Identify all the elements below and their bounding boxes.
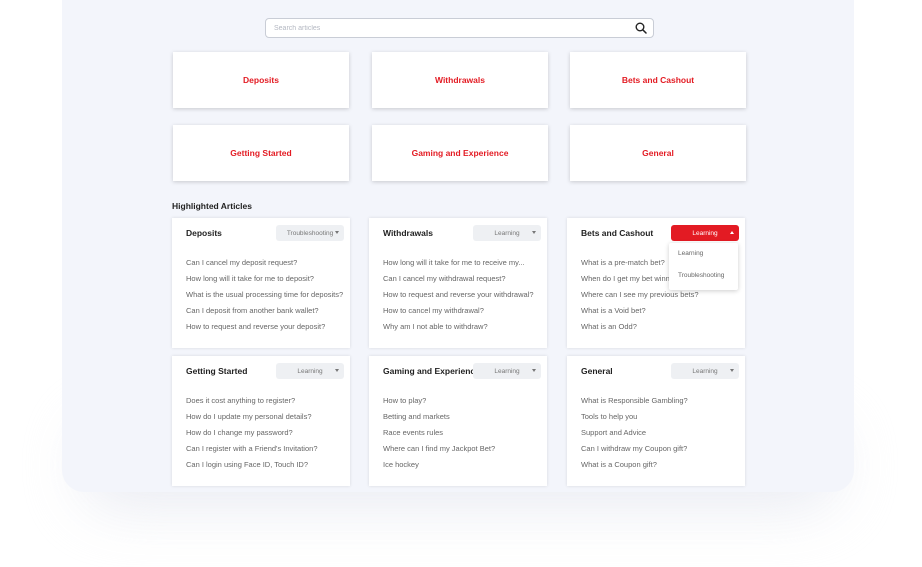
help-center-panel: Deposits Withdrawals Bets and Cashout Ge… [62,0,854,492]
question-link[interactable]: What is Responsible Gambling? [581,396,688,412]
search-icon[interactable] [633,20,649,36]
card-title: Getting Started [186,366,248,376]
question-link[interactable]: Can I login using Face ID, Touch ID? [186,460,318,476]
filter-dropdown[interactable]: Learning [473,225,541,241]
question-link[interactable]: How do I update my personal details? [186,412,318,428]
search-input[interactable] [266,19,633,37]
question-link[interactable]: Betting and markets [383,412,495,428]
question-link[interactable]: How to play? [383,396,495,412]
filter-value: Learning [692,229,718,237]
card-title: General [581,366,613,376]
filter-value: Learning [494,367,520,375]
question-link[interactable]: Ice hockey [383,460,495,476]
category-bets-and-cashout[interactable]: Bets and Cashout [570,52,746,108]
question-link[interactable]: Can I cancel my withdrawal request? [383,274,534,290]
category-gaming-and-experience[interactable]: Gaming and Experience [372,125,548,181]
question-list: What is Responsible Gambling? Tools to h… [581,396,688,476]
question-link[interactable]: Where can I find my Jackpot Bet? [383,444,495,460]
card-title: Withdrawals [383,228,433,238]
card-title: Deposits [186,228,222,238]
article-card-gaming-and-experience: Gaming and Experience Learning How to pl… [369,356,547,486]
highlighted-articles-heading: Highlighted Articles [172,201,252,211]
caret-down-icon [335,369,339,372]
question-link[interactable]: How to request and reverse your withdraw… [383,290,534,306]
question-link[interactable]: Can I register with a Friend's Invitatio… [186,444,318,460]
question-list: Can I cancel my deposit request? How lon… [186,258,343,338]
caret-up-icon [730,231,734,234]
question-link[interactable]: Tools to help you [581,412,688,428]
caret-down-icon [532,231,536,234]
filter-value: Troubleshooting [286,229,334,237]
question-list: How to play? Betting and markets Race ev… [383,396,495,476]
question-list: How long will it take for me to receive … [383,258,534,338]
article-card-getting-started: Getting Started Learning Does it cost an… [172,356,350,486]
filter-option-troubleshooting[interactable]: Troubleshooting [669,265,738,287]
question-link[interactable]: Can I deposit from another bank wallet? [186,306,343,322]
question-link[interactable]: How long will it take for me to deposit? [186,274,343,290]
card-title: Bets and Cashout [581,228,654,238]
category-general[interactable]: General [570,125,746,181]
question-link[interactable]: What is a Coupon gift? [581,460,688,476]
filter-dropdown[interactable]: Learning [473,363,541,379]
caret-down-icon [335,231,339,234]
filter-dropdown[interactable]: Troubleshooting [276,225,344,241]
category-deposits[interactable]: Deposits [173,52,349,108]
category-withdrawals[interactable]: Withdrawals [372,52,548,108]
card-title: Gaming and Experience [383,366,480,376]
question-link[interactable]: Where can I see my previous bets? [581,290,699,306]
article-card-general: General Learning What is Responsible Gam… [567,356,745,486]
filter-dropdown-menu: Learning Troubleshooting [669,243,738,290]
question-list: Does it cost anything to register? How d… [186,396,318,476]
filter-dropdown[interactable]: Learning [671,225,739,241]
question-link[interactable]: Why am I not able to withdraw? [383,322,534,338]
question-link[interactable]: How long will it take for me to receive … [383,258,534,274]
filter-value: Learning [494,229,520,237]
article-card-deposits: Deposits Troubleshooting Can I cancel my… [172,218,350,348]
filter-value: Learning [692,367,718,375]
question-link[interactable]: Can I cancel my deposit request? [186,258,343,274]
filter-dropdown[interactable]: Learning [671,363,739,379]
caret-down-icon [532,369,536,372]
question-link[interactable]: Can I withdraw my Coupon gift? [581,444,688,460]
question-link[interactable]: What is a Void bet? [581,306,699,322]
question-link[interactable]: Does it cost anything to register? [186,396,318,412]
question-link[interactable]: What is the usual processing time for de… [186,290,343,306]
filter-value: Learning [297,367,323,375]
filter-dropdown[interactable]: Learning [276,363,344,379]
filter-option-learning[interactable]: Learning [669,243,738,265]
question-link[interactable]: Race events rules [383,428,495,444]
category-getting-started[interactable]: Getting Started [173,125,349,181]
caret-down-icon [730,369,734,372]
question-link[interactable]: What is an Odd? [581,322,699,338]
question-link[interactable]: Support and Advice [581,428,688,444]
search-bar [265,18,654,38]
article-card-withdrawals: Withdrawals Learning How long will it ta… [369,218,547,348]
question-link[interactable]: How to cancel my withdrawal? [383,306,534,322]
question-link[interactable]: How do I change my password? [186,428,318,444]
question-link[interactable]: How to request and reverse your deposit? [186,322,343,338]
